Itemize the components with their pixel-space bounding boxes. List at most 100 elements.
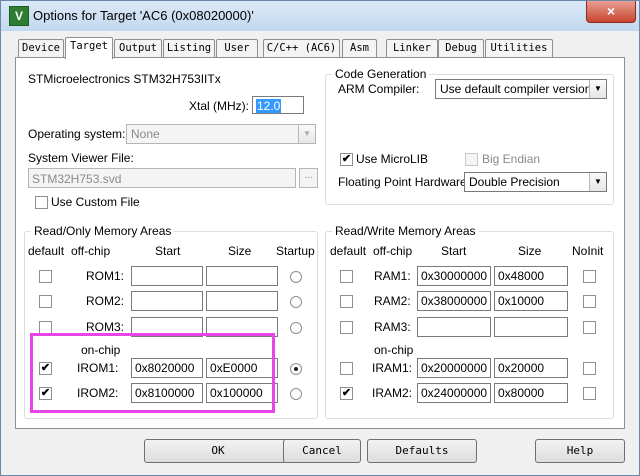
rom1-label: ROM1: [86,269,125,283]
arm-compiler-label: ARM Compiler: [338,82,420,96]
ram1-start-input[interactable]: 0x30000000 [417,266,491,286]
irom2-startup-radio[interactable] [290,388,302,400]
ram3-noinit-checkbox[interactable] [583,321,596,334]
ro-header-offchip: off-chip [71,244,111,258]
big-endian-label: Big Endian [482,152,541,166]
rom1-startup-radio[interactable] [290,271,302,283]
iram1-default-checkbox[interactable] [340,362,353,375]
rom2-label: ROM2: [86,294,125,308]
irom1-default-checkbox[interactable]: ✔ [39,362,52,375]
tab-listing[interactable]: Listing [163,39,215,57]
arm-compiler-value: Use default compiler version 6 [440,82,602,96]
ram2-default-checkbox[interactable] [340,295,353,308]
rom3-default-checkbox[interactable] [39,321,52,334]
ram3-default-checkbox[interactable] [340,321,353,334]
ok-button[interactable]: OK [144,439,292,463]
dropdown-arrow-icon: ▼ [589,173,606,191]
rom1-default-checkbox[interactable] [39,270,52,283]
irom2-default-checkbox[interactable]: ✔ [39,387,52,400]
iram2-default-checkbox[interactable]: ✔ [340,387,353,400]
cancel-button[interactable]: Cancel [283,439,361,463]
checkmark-icon: ✔ [40,387,51,399]
os-select[interactable]: None ▼ [126,124,316,144]
iram2-start-input[interactable]: 0x24000000 [417,383,491,403]
checkmark-icon: ✔ [341,153,352,165]
use-microlib-checkbox[interactable]: ✔ [340,153,353,166]
rom2-startup-radio[interactable] [290,296,302,308]
tab-output[interactable]: Output [114,39,162,57]
ram2-label: RAM2: [374,294,411,308]
iram2-noinit-checkbox[interactable] [583,387,596,400]
xtal-input[interactable]: 12.0 [252,96,304,114]
target-tab-panel: STMicroelectronics STM32H753IITx Xtal (M… [15,57,625,429]
ram3-start-input[interactable] [417,317,491,337]
ro-memory-title: Read/Only Memory Areas [31,224,175,238]
irom1-start-input[interactable]: 0x8020000 [131,358,203,378]
tab-device[interactable]: Device [18,39,64,57]
rom3-startup-radio[interactable] [290,322,302,334]
ro-onchip-label: on-chip [81,343,121,357]
rom2-size-input[interactable] [206,291,278,311]
iram1-noinit-checkbox[interactable] [583,362,596,375]
irom1-size-input[interactable]: 0xE0000 [206,358,278,378]
tab-user[interactable]: User [216,39,258,57]
irom2-size-input[interactable]: 0x100000 [206,383,278,403]
rom3-label: ROM3: [86,320,125,334]
ro-header-size: Size [228,244,252,258]
svd-input[interactable]: STM32H753.svd [28,168,296,188]
tab-asm[interactable]: Asm [342,39,377,57]
iram1-size-input[interactable]: 0x20000 [494,358,568,378]
irom1-label: IROM1: [77,361,119,375]
svd-browse-button[interactable]: ... [299,168,318,188]
ro-header-start: Start [155,244,181,258]
tab-utilities[interactable]: Utilities [485,39,553,57]
use-microlib-label: Use MicroLIB [356,152,429,166]
rw-header-default: default [330,244,367,258]
ro-header-default: default [28,244,65,258]
help-button[interactable]: Help [535,439,625,463]
tab-target[interactable]: Target [65,37,113,59]
ram1-default-checkbox[interactable] [340,270,353,283]
rom1-start-input[interactable] [131,266,203,286]
rom2-start-input[interactable] [131,291,203,311]
close-button[interactable]: × [586,1,636,23]
rom2-default-checkbox[interactable] [39,295,52,308]
big-endian-checkbox[interactable] [465,153,478,166]
xtal-value: 12.0 [256,99,282,113]
rw-memory-group: Read/Write Memory Areas default off-chip… [325,224,614,419]
xtal-label: Xtal (MHz): [189,99,249,113]
tab-linker[interactable]: Linker [386,39,438,57]
arm-compiler-select[interactable]: Use default compiler version 6 ▼ [435,79,607,99]
fp-hardware-label: Floating Point Hardware: [338,175,471,189]
ram2-size-input[interactable]: 0x10000 [494,291,568,311]
dropdown-arrow-icon: ▼ [589,80,606,98]
irom1-startup-radio[interactable] [290,363,302,375]
tab-debug[interactable]: Debug [438,39,484,57]
ram2-noinit-checkbox[interactable] [583,295,596,308]
iram2-label: IRAM2: [372,386,413,400]
use-custom-file-checkbox[interactable] [35,196,48,209]
ram1-noinit-checkbox[interactable] [583,270,596,283]
iram2-size-input[interactable]: 0x80000 [494,383,568,403]
window-title: Options for Target 'AC6 (0x08020000)' [33,8,254,23]
rom3-size-input[interactable] [206,317,278,337]
rom3-start-input[interactable] [131,317,203,337]
rom1-size-input[interactable] [206,266,278,286]
defaults-button[interactable]: Defaults [367,439,477,463]
svd-label: System Viewer File: [28,151,134,165]
use-custom-file-label: Use Custom File [51,195,140,209]
code-generation-group: Code Generation ARM Compiler: Use defaul… [325,67,614,205]
title-bar[interactable]: V Options for Target 'AC6 (0x08020000)' … [1,1,639,31]
irom2-start-input[interactable]: 0x8100000 [131,383,203,403]
ro-memory-group: Read/Only Memory Areas default off-chip … [24,224,318,419]
fp-hardware-select[interactable]: Double Precision ▼ [464,172,607,192]
rw-onchip-label: on-chip [374,343,414,357]
ram2-start-input[interactable]: 0x38000000 [417,291,491,311]
ram3-size-input[interactable] [494,317,568,337]
tab-cpp-ac6[interactable]: C/C++ (AC6) [263,39,340,57]
ram1-size-input[interactable]: 0x48000 [494,266,568,286]
dropdown-arrow-icon: ▼ [298,125,315,143]
ram1-label: RAM1: [374,269,411,283]
ro-header-startup: Startup [276,244,315,258]
iram1-start-input[interactable]: 0x20000000 [417,358,491,378]
